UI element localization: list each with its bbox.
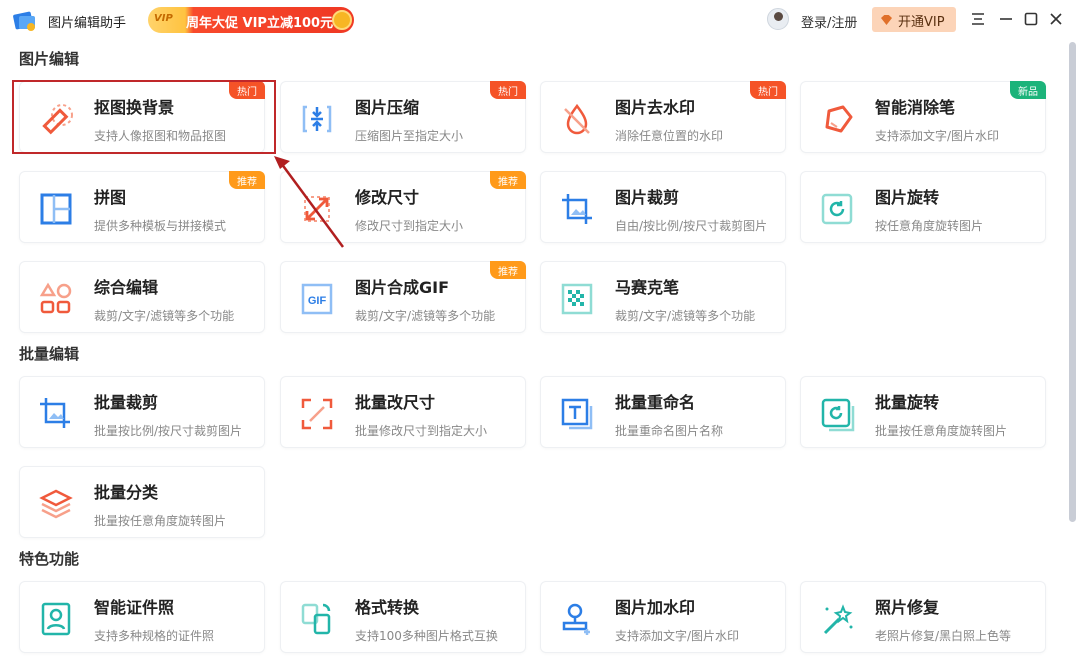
scrollbar[interactable] <box>1069 42 1076 522</box>
annotation-arrow <box>0 0 1080 670</box>
